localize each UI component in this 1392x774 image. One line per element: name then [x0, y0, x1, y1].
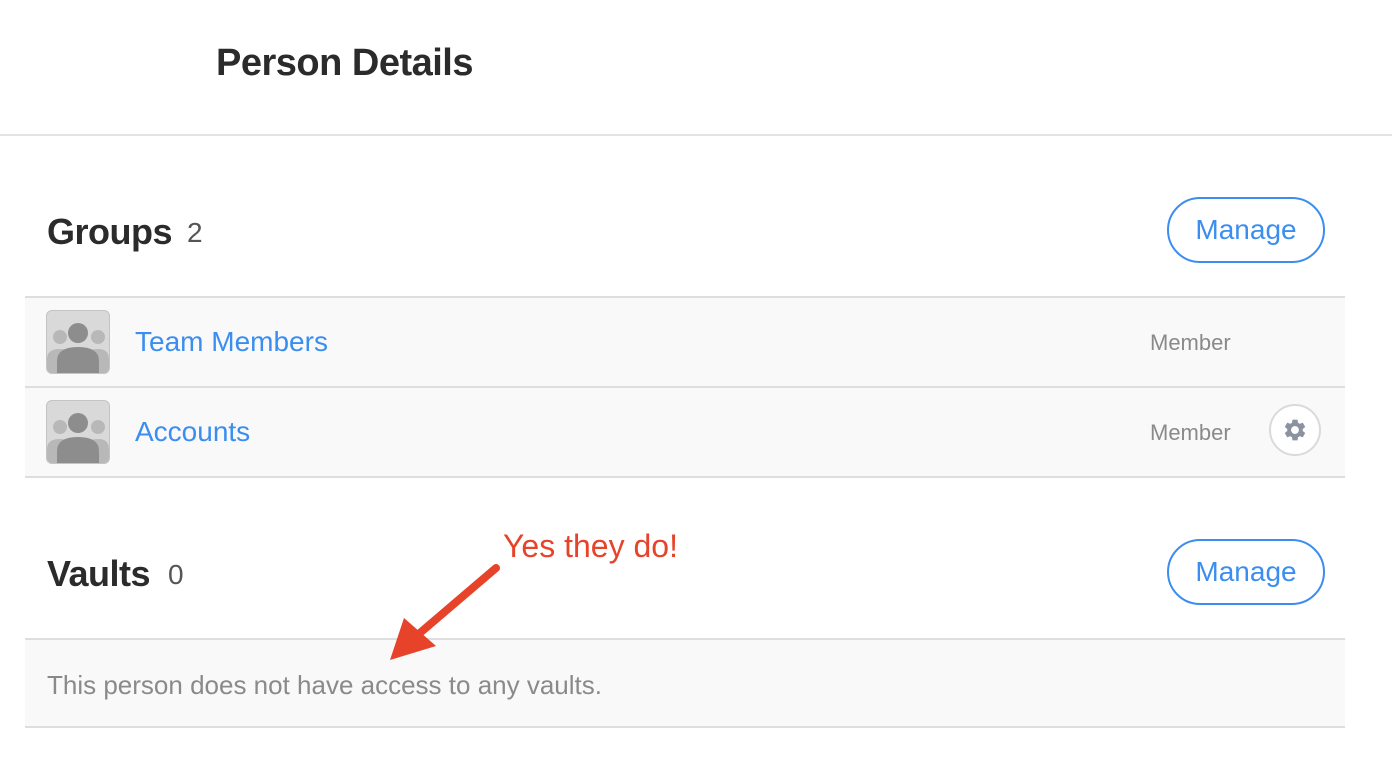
- group-avatar-icon: [46, 310, 110, 374]
- groups-title: Groups: [47, 211, 173, 252]
- group-avatar-icon: [46, 400, 110, 464]
- group-link-accounts[interactable]: Accounts: [135, 416, 250, 448]
- group-settings-button[interactable]: [1269, 404, 1321, 456]
- group-row: Team Members Member: [25, 298, 1345, 388]
- group-role: Member: [1150, 330, 1231, 355]
- manage-vaults-button[interactable]: Manage: [1167, 539, 1325, 605]
- page-title: Person Details: [216, 42, 474, 84]
- groups-section-header: Groups 2 Manage: [47, 197, 1345, 267]
- manage-groups-button[interactable]: Manage: [1167, 197, 1325, 263]
- gear-icon: [1284, 419, 1306, 441]
- page-header: Person Details: [0, 0, 1392, 136]
- group-link-team-members[interactable]: Team Members: [135, 326, 328, 358]
- vaults-list: This person does not have access to any …: [25, 638, 1345, 728]
- person-details-page: Person Details Groups 2 Manage Team Memb…: [0, 0, 1392, 774]
- groups-count: 2: [187, 217, 203, 248]
- vaults-count: 0: [168, 559, 184, 590]
- annotation-text: Yes they do!: [503, 528, 678, 564]
- arrow-icon: [390, 564, 500, 660]
- vaults-empty-state: This person does not have access to any …: [25, 640, 1345, 728]
- vaults-empty-message: This person does not have access to any …: [47, 670, 602, 700]
- groups-list: Team Members Member Accounts Member: [25, 296, 1345, 478]
- group-row: Accounts Member: [25, 388, 1345, 478]
- vaults-section-header: Vaults 0 Manage: [47, 539, 1345, 609]
- group-role: Member: [1150, 420, 1231, 445]
- vaults-title: Vaults: [47, 553, 151, 594]
